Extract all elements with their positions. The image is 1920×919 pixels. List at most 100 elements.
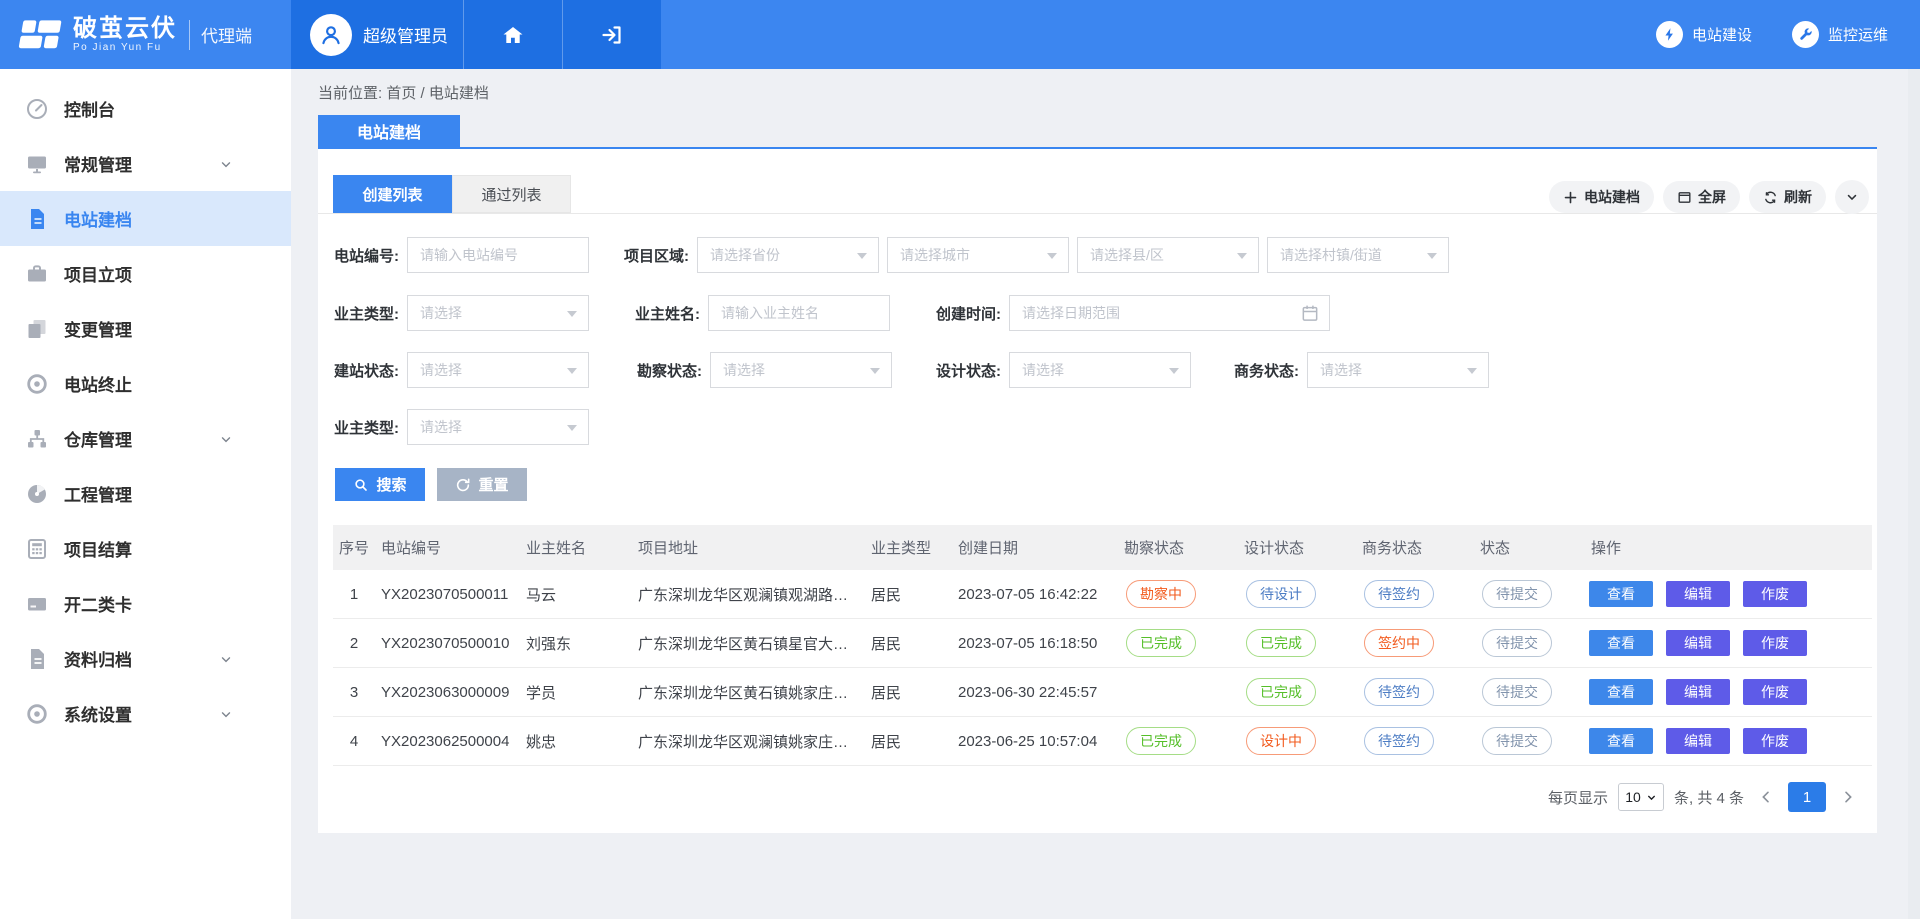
header-right-nav: 电站建设 监控运维 (1656, 0, 1920, 69)
survey-status-badge: 已完成 (1126, 727, 1196, 755)
breadcrumb: 当前位置: 首页 / 电站建档 (318, 82, 489, 103)
home-button[interactable] (463, 0, 562, 69)
next-page-button[interactable] (1836, 789, 1860, 805)
logout-button[interactable] (562, 0, 661, 69)
owner-type-select[interactable]: 请选择 (407, 295, 589, 331)
chevron-down-icon (219, 432, 233, 446)
nav-label: 电站建设 (1692, 24, 1752, 45)
page-size-select[interactable]: 10 (1618, 783, 1664, 811)
edit-button[interactable]: 编辑 (1666, 679, 1730, 705)
survey-status-select[interactable]: 请选择 (710, 352, 892, 388)
tab-passed-list[interactable]: 通过列表 (452, 175, 571, 213)
station-code-input[interactable]: 请输入电站编号 (407, 237, 589, 273)
calendar-icon (1300, 303, 1320, 326)
select-arrow-icon (1646, 792, 1657, 803)
scrollbar[interactable] (1908, 69, 1920, 919)
prev-page-button[interactable] (1754, 789, 1778, 805)
cell-owner-type: 居民 (865, 682, 952, 703)
sidebar-item-system-settings[interactable]: 系统设置 (0, 686, 291, 741)
sidebar-item-engineering-mgmt[interactable]: 工程管理 (0, 466, 291, 521)
refresh-button[interactable]: 刷新 (1749, 181, 1826, 213)
chevron-down-icon (1845, 190, 1859, 204)
edit-button[interactable]: 编辑 (1666, 728, 1730, 754)
filter-label: 商务状态: (1218, 360, 1299, 381)
page-tab-station-archive[interactable]: 电站建档 (318, 115, 460, 147)
view-button[interactable]: 查看 (1589, 728, 1653, 754)
create-station-button[interactable]: 电站建档 (1549, 181, 1654, 213)
row-actions: 查看 编辑 作废 (1585, 728, 1872, 754)
filter-owner-name: 业主姓名: 请输入业主姓名 (619, 295, 890, 331)
sidebar-item-project-settlement[interactable]: 项目结算 (0, 521, 291, 576)
header-spacer (661, 0, 1656, 69)
chevron-down-icon (219, 707, 233, 721)
placeholder-text: 请输入业主姓名 (721, 303, 819, 323)
void-button[interactable]: 作废 (1743, 630, 1807, 656)
province-select[interactable]: 请选择省份 (697, 237, 879, 273)
pagination: 每页显示 10 条, 共 4 条 1 (1548, 782, 1860, 812)
sidebar: 控制台 常规管理 电站建档 项目立项 变更管理 电站终止 (0, 69, 291, 919)
fullscreen-button[interactable]: 全屏 (1663, 181, 1740, 213)
table-row: 4 YX2023062500004 姚忠 广东深圳龙华区观澜镇姚家庄… 居民 2… (333, 717, 1872, 766)
target-icon (25, 372, 49, 396)
filter-station-code: 电站编号: 请输入电站编号 (318, 237, 589, 273)
nav-station-construction[interactable]: 电站建设 (1656, 21, 1752, 48)
survey-status-badge: 已完成 (1126, 629, 1196, 657)
sidebar-item-station-termination[interactable]: 电站终止 (0, 356, 291, 411)
status-badge: 待提交 (1482, 727, 1552, 755)
business-status-select[interactable]: 请选择 (1307, 352, 1489, 388)
placeholder-text: 请选择 (1022, 360, 1064, 380)
logout-icon (600, 23, 624, 47)
tab-create-list[interactable]: 创建列表 (333, 175, 452, 213)
chevron-down-icon (219, 652, 233, 666)
view-button[interactable]: 查看 (1589, 581, 1653, 607)
void-button[interactable]: 作废 (1743, 679, 1807, 705)
cell-address: 广东深圳龙华区观澜镇姚家庄… (632, 731, 865, 752)
placeholder-text: 请选择 (420, 303, 462, 323)
view-button[interactable]: 查看 (1589, 630, 1653, 656)
village-select[interactable]: 请选择村镇/街道 (1267, 237, 1449, 273)
table-row: 2 YX2023070500010 刘强东 广东深圳龙华区黄石镇星官大… 居民 … (333, 619, 1872, 668)
edit-button[interactable]: 编辑 (1666, 630, 1730, 656)
filter-label: 勘察状态: (621, 360, 702, 381)
county-select[interactable]: 请选择县/区 (1077, 237, 1259, 273)
collapse-toolbar-button[interactable] (1835, 180, 1869, 214)
sidebar-item-project-approval[interactable]: 项目立项 (0, 246, 291, 301)
placeholder-text: 请选择城市 (900, 245, 970, 265)
cell-owner-type: 居民 (865, 731, 952, 752)
nav-monitor-ops[interactable]: 监控运维 (1792, 21, 1888, 48)
build-status-select[interactable]: 请选择 (407, 352, 589, 388)
current-user[interactable]: 超级管理员 (291, 0, 463, 69)
card-toolbar: 电站建档 全屏 刷新 (1549, 180, 1869, 214)
sidebar-item-change-mgmt[interactable]: 变更管理 (0, 301, 291, 356)
cell-created: 2023-06-30 22:45:57 (952, 684, 1118, 701)
brand-subtitle: Po Jian Yun Fu (73, 43, 177, 54)
search-button[interactable]: 搜索 (335, 468, 425, 501)
void-button[interactable]: 作废 (1743, 728, 1807, 754)
city-select[interactable]: 请选择城市 (887, 237, 1069, 273)
table-header-row: 序号 电站编号 业主姓名 项目地址 业主类型 创建日期 勘察状态 设计状态 商务… (333, 525, 1872, 570)
page-number-button[interactable]: 1 (1788, 782, 1826, 812)
sidebar-item-data-archive[interactable]: 资料归档 (0, 631, 291, 686)
void-button[interactable]: 作废 (1743, 581, 1807, 607)
edit-button[interactable]: 编辑 (1666, 581, 1730, 607)
sidebar-item-open-type2-card[interactable]: 开二类卡 (0, 576, 291, 631)
design-status-select[interactable]: 请选择 (1009, 352, 1191, 388)
chevron-left-icon (1758, 789, 1774, 805)
cell-owner-name: 刘强东 (520, 633, 632, 654)
owner-name-input[interactable]: 请输入业主姓名 (708, 295, 890, 331)
sidebar-item-warehouse-mgmt[interactable]: 仓库管理 (0, 411, 291, 466)
calculator-icon (25, 537, 49, 561)
sidebar-item-general-mgmt[interactable]: 常规管理 (0, 136, 291, 191)
content-card: 创建列表 通过列表 电站建档 全屏 刷新 电站编号: (318, 149, 1877, 833)
sidebar-item-label: 电站建档 (64, 206, 132, 231)
view-button[interactable]: 查看 (1589, 679, 1653, 705)
sidebar-item-console[interactable]: 控制台 (0, 81, 291, 136)
owner-type-select-2[interactable]: 请选择 (407, 409, 589, 445)
reset-button[interactable]: 重置 (437, 468, 527, 501)
search-icon (353, 477, 369, 493)
sidebar-item-station-archive[interactable]: 电站建档 (0, 191, 291, 246)
chevron-right-icon (1840, 789, 1856, 805)
date-range-input[interactable]: 请选择日期范围 (1009, 295, 1330, 331)
search-label: 搜索 (376, 474, 406, 495)
row-actions: 查看 编辑 作废 (1585, 679, 1872, 705)
